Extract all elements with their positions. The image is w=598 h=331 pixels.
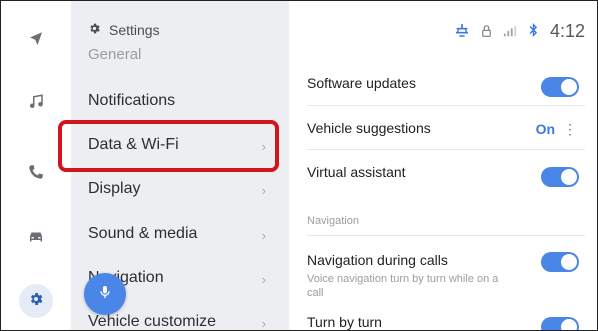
setting-label: Turn by turn xyxy=(307,314,382,330)
settings-detail-pane: 4:12 Software updates Vehicle suggestion… xyxy=(289,1,597,330)
menu-item-label: Vehicle customize xyxy=(88,313,217,330)
section-header-navigation: Navigation xyxy=(307,215,359,227)
setting-row-navigation-during-calls[interactable]: Navigation during calls Voice navigation… xyxy=(307,252,577,300)
settings-rail-button[interactable] xyxy=(19,284,53,318)
toggle-knob xyxy=(561,319,577,330)
menu-item-display[interactable]: Display › xyxy=(88,180,278,198)
toggle-knob xyxy=(561,169,577,185)
setting-row-turn-by-turn[interactable]: Turn by turn xyxy=(307,314,577,330)
app-frame: Settings General Notifications Data & Wi… xyxy=(0,0,598,331)
menu-item-notifications[interactable]: Notifications xyxy=(88,92,278,110)
virtual-assistant-toggle[interactable] xyxy=(541,167,579,187)
menu-item-label: Display xyxy=(88,180,141,197)
setting-row-software-updates[interactable]: Software updates xyxy=(307,75,577,91)
voice-assistant-button[interactable] xyxy=(84,273,126,315)
setting-label: Virtual assistant xyxy=(307,164,406,180)
bluetooth-icon xyxy=(529,23,538,40)
navigation-icon[interactable] xyxy=(25,28,47,50)
menu-item-label: Sound & media xyxy=(88,225,198,242)
setting-value: On xyxy=(535,121,556,137)
chevron-right-icon: › xyxy=(261,228,266,243)
gear-icon xyxy=(88,22,101,38)
navigation-during-calls-toggle[interactable] xyxy=(541,252,579,272)
chevron-right-icon: › xyxy=(261,316,266,331)
menu-item-sound-media[interactable]: Sound & media › xyxy=(88,225,278,243)
microphone-icon xyxy=(97,283,113,306)
car-icon[interactable] xyxy=(25,226,47,248)
chevron-right-icon: › xyxy=(261,183,266,198)
setting-label: Software updates xyxy=(307,75,416,91)
menu-item-vehicle-customize[interactable]: Vehicle customize › xyxy=(88,313,278,331)
chevron-right-icon: › xyxy=(261,272,266,287)
divider xyxy=(307,105,585,106)
software-updates-toggle[interactable] xyxy=(541,77,579,97)
divider xyxy=(307,149,585,150)
setting-label: Navigation during calls xyxy=(307,252,448,268)
music-icon[interactable] xyxy=(25,91,47,113)
vehicle-suggestions-value[interactable]: On ⋮ xyxy=(536,121,577,138)
status-bar: 4:12 xyxy=(454,21,585,42)
toggle-knob xyxy=(561,254,577,270)
more-vert-icon: ⋮ xyxy=(563,121,577,137)
car-status-icon xyxy=(454,23,470,40)
signal-icon xyxy=(503,24,517,40)
setting-description: Voice navigation turn by turn while on a… xyxy=(307,273,499,299)
settings-header: Settings xyxy=(88,22,160,38)
settings-subheader: General xyxy=(88,46,142,63)
divider xyxy=(307,235,585,236)
phone-icon[interactable] xyxy=(25,161,47,183)
highlight-box xyxy=(58,120,279,172)
setting-row-virtual-assistant[interactable]: Virtual assistant xyxy=(307,164,577,180)
lock-icon xyxy=(482,24,491,40)
settings-title: Settings xyxy=(109,22,160,38)
clock: 4:12 xyxy=(549,21,585,41)
menu-item-label: Notifications xyxy=(88,92,176,109)
toggle-knob xyxy=(561,79,577,95)
turn-by-turn-toggle[interactable] xyxy=(541,317,579,330)
settings-icon xyxy=(28,291,44,312)
